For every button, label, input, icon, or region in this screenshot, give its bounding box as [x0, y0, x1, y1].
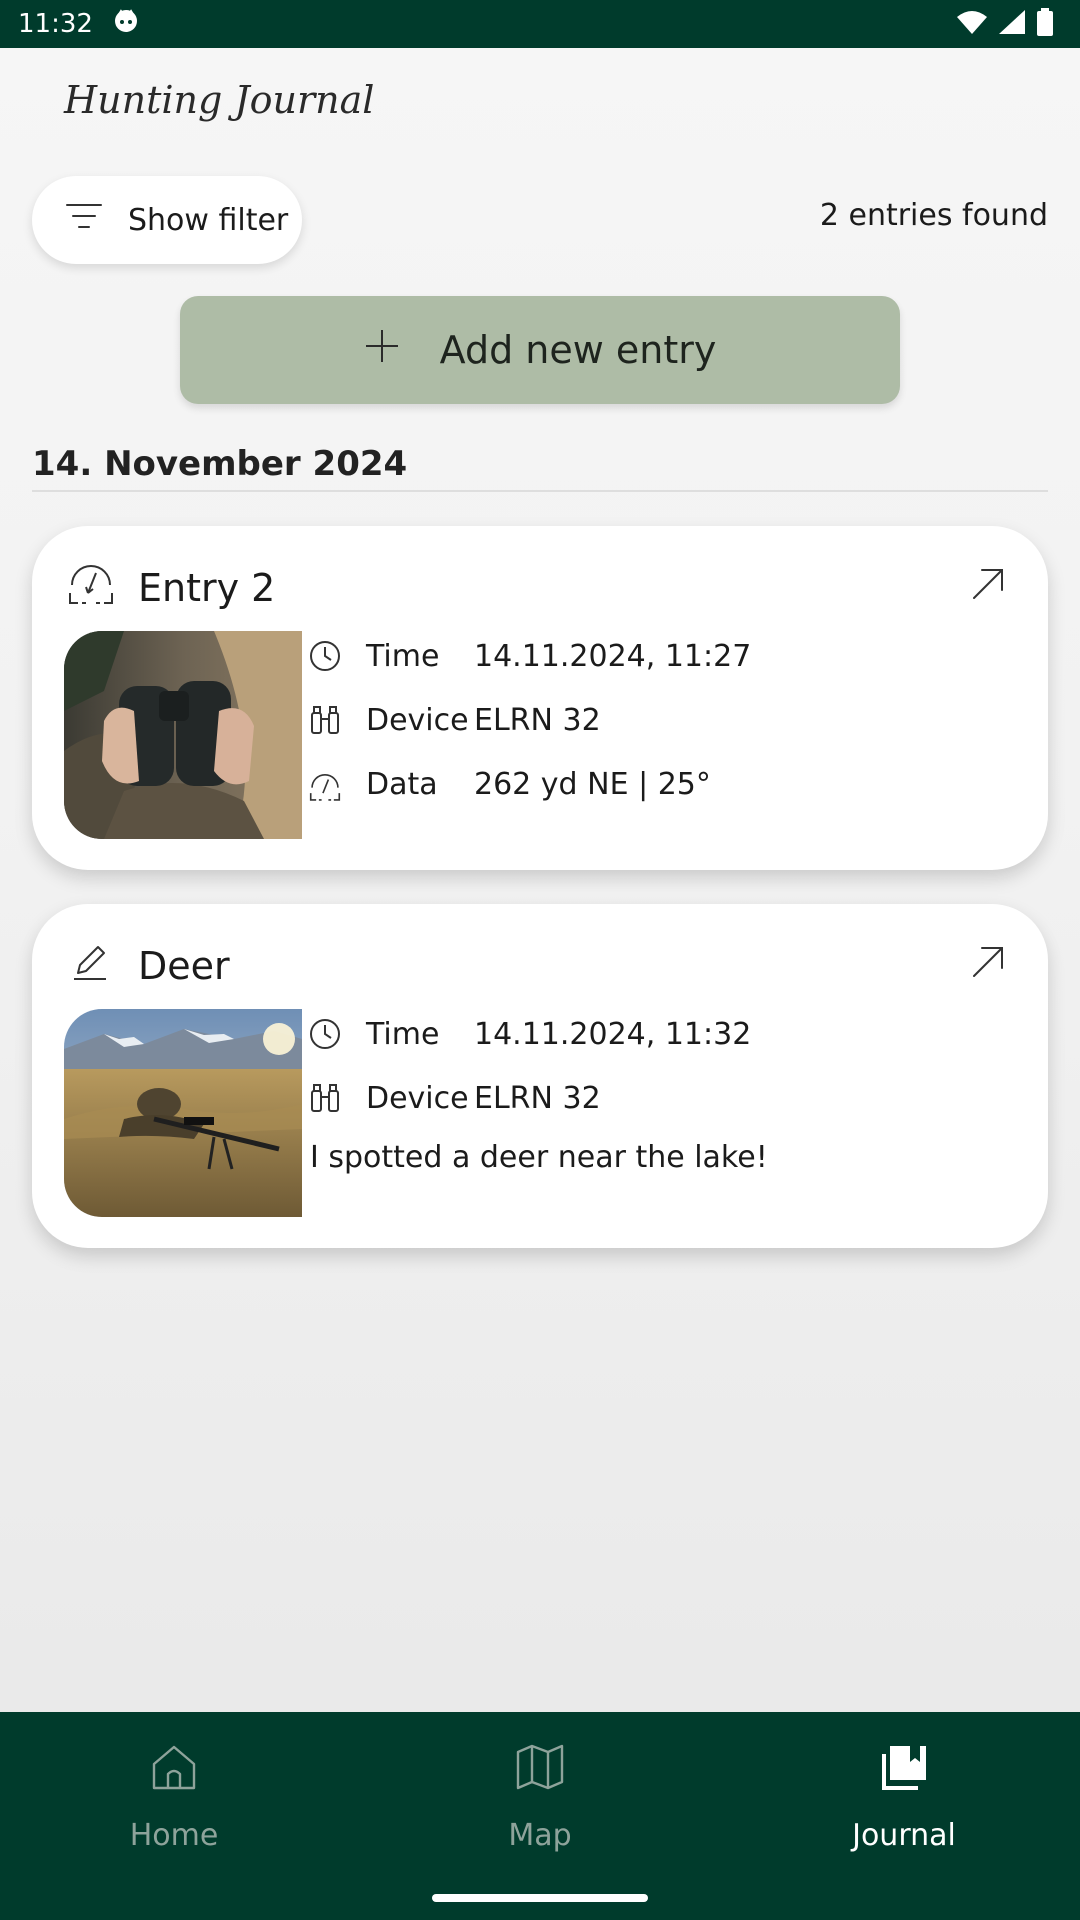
detail-row-data: Data 262 yd NE | 25°: [308, 764, 711, 804]
journal-icon: [878, 1742, 930, 1800]
nav-item-home[interactable]: Home: [54, 1742, 294, 1882]
entry-photo-hunter-rifle: [64, 1009, 302, 1217]
entry-note: I spotted a deer near the lake!: [310, 1140, 768, 1175]
journal-entry-card[interactable]: Deer Time 14.11.2024, 11:32 Device ELRN …: [32, 904, 1048, 1248]
journal-entry-card[interactable]: Entry 2 Time 14.11.2024, 11:27 Device EL…: [32, 526, 1048, 870]
battery-icon: [1036, 8, 1054, 40]
detail-row-device: Device ELRN 32: [308, 700, 601, 740]
entry-title: Entry 2: [138, 566, 276, 610]
section-divider: [32, 490, 1048, 492]
detail-row-time: Time 14.11.2024, 11:27: [308, 636, 751, 676]
detail-label: Device: [366, 702, 469, 738]
show-filter-button[interactable]: Show filter: [32, 176, 302, 264]
page-title: Hunting Journal: [64, 78, 375, 122]
card-header: Deer: [66, 938, 230, 994]
show-filter-label: Show filter: [128, 202, 289, 238]
nav-item-map[interactable]: Map: [420, 1742, 660, 1882]
plus-icon: [364, 328, 400, 373]
entries-count: 2 entries found: [819, 198, 1048, 233]
detail-label: Device: [366, 1080, 469, 1116]
gesture-home-indicator[interactable]: [432, 1894, 648, 1902]
add-new-entry-label: Add new entry: [439, 328, 717, 372]
detail-value: ELRN 32: [474, 1080, 601, 1116]
rangefinder-icon: [66, 559, 116, 618]
detail-label: Time: [366, 638, 440, 674]
open-entry-arrow-icon[interactable]: [968, 942, 1008, 982]
nav-item-journal[interactable]: Journal: [784, 1742, 1024, 1882]
nav-label: Journal: [852, 1818, 956, 1853]
clock-icon: [308, 1017, 342, 1051]
nav-label: Map: [508, 1818, 572, 1853]
open-entry-arrow-icon[interactable]: [968, 564, 1008, 604]
card-header: Entry 2: [66, 560, 275, 616]
map-icon: [514, 1742, 566, 1800]
add-new-entry-button[interactable]: Add new entry: [180, 296, 900, 404]
clock-icon: [308, 639, 342, 673]
section-date-header: 14. November 2024: [32, 444, 408, 484]
entry-title: Deer: [138, 944, 230, 988]
detail-row-device: Device ELRN 32: [308, 1078, 601, 1118]
detail-value: 14.11.2024, 11:27: [474, 638, 752, 674]
detail-value: 14.11.2024, 11:32: [474, 1016, 752, 1052]
nav-label: Home: [129, 1818, 219, 1853]
detail-row-time: Time 14.11.2024, 11:32: [308, 1014, 751, 1054]
signal-icon: [998, 9, 1026, 39]
notification-face-icon: [113, 8, 139, 41]
detail-label: Time: [366, 1016, 440, 1052]
entry-photo-binoculars: [64, 631, 302, 839]
binoculars-icon: [308, 1081, 342, 1115]
status-time: 11:32: [18, 9, 93, 39]
home-icon: [148, 1742, 200, 1800]
bottom-navigation: Home Map Journal: [0, 1712, 1080, 1920]
detail-label: Data: [366, 766, 438, 802]
detail-value: ELRN 32: [474, 702, 601, 738]
pencil-icon: [66, 937, 116, 996]
rangefinder-icon: [308, 767, 342, 801]
detail-value: 262 yd NE | 25°: [474, 766, 711, 802]
binoculars-icon: [308, 703, 342, 737]
wifi-icon: [956, 9, 988, 39]
status-bar: 11:32: [0, 0, 1080, 48]
filter-icon: [64, 201, 104, 239]
